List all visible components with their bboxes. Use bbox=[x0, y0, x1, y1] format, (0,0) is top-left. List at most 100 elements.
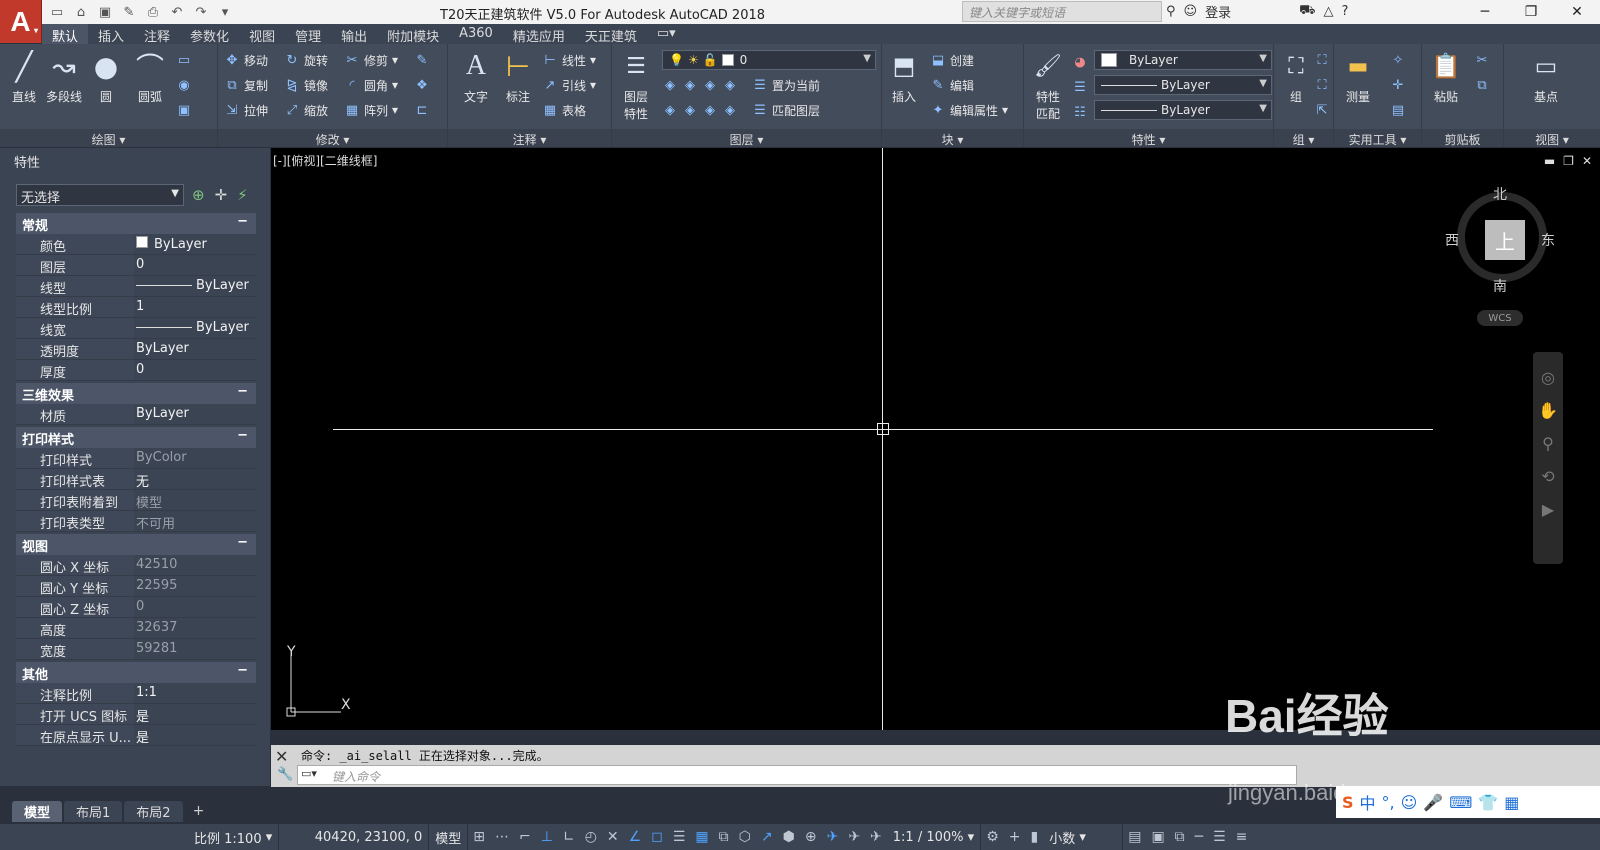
pan-icon[interactable]: ✋ bbox=[1538, 401, 1558, 420]
color-dropdown[interactable]: ByLayer ▼ bbox=[1094, 50, 1272, 70]
trim-button[interactable]: ✂ 修剪 ▾ bbox=[344, 50, 399, 70]
viewcube-top-face[interactable]: 上 bbox=[1485, 220, 1525, 260]
select-objects-icon[interactable]: ✛ bbox=[215, 186, 228, 204]
point-button[interactable]: ✛ bbox=[1390, 75, 1406, 95]
property-row[interactable]: 颜色 ByLayer bbox=[16, 234, 256, 255]
quick-select-icon[interactable]: ⚡ bbox=[237, 186, 248, 204]
ime-punctuation-icon[interactable]: °, bbox=[1382, 793, 1395, 812]
layer-properties-button[interactable]: ☰ 图层 特性 bbox=[614, 48, 658, 122]
tab-annotate[interactable]: 注释 bbox=[134, 24, 180, 45]
help-icon[interactable]: ? bbox=[1341, 4, 1348, 19]
layer-dropdown[interactable]: 💡 ☀ 🔓 0 ▼ bbox=[662, 50, 876, 70]
quick-select-button[interactable]: ✧ bbox=[1390, 50, 1406, 70]
property-row[interactable]: 宽度 59281 bbox=[16, 639, 256, 660]
property-value[interactable]: 1 bbox=[134, 297, 256, 317]
property-row[interactable]: 打印表附着到 模型 bbox=[16, 490, 256, 511]
rectangle-button[interactable]: ▭ bbox=[176, 50, 192, 70]
minimize-viewport-icon[interactable]: ▬ bbox=[1544, 154, 1555, 168]
ime-menu-icon[interactable]: ▦ bbox=[1504, 793, 1519, 812]
ime-skin-icon[interactable]: 👕 bbox=[1478, 793, 1498, 812]
selection-dropdown[interactable]: 无选择 ▼ bbox=[16, 184, 184, 206]
leader-button[interactable]: ↗ 引线 ▾ bbox=[542, 75, 597, 95]
property-section-header[interactable]: 常规 − bbox=[16, 213, 256, 234]
property-row[interactable]: 线型比例 1 bbox=[16, 297, 256, 318]
annotation-scale-icon[interactable]: ✈ bbox=[865, 829, 887, 845]
tab-insert[interactable]: 插入 bbox=[88, 24, 134, 45]
property-value[interactable]: 是 bbox=[134, 725, 256, 746]
orbit-icon[interactable]: ⟲ bbox=[1541, 467, 1554, 486]
wrench-icon[interactable]: 🔧 bbox=[277, 767, 293, 782]
command-prompt-icon[interactable]: ▭▾ bbox=[301, 767, 317, 780]
collapse-icon[interactable]: − bbox=[237, 384, 248, 399]
restore-button[interactable]: ❐ bbox=[1508, 0, 1554, 24]
text-button[interactable]: A 文字 bbox=[454, 48, 498, 105]
customization-icon[interactable]: ≡ bbox=[1231, 829, 1253, 845]
insert-block-button[interactable]: ⬒ 插入 bbox=[882, 48, 926, 105]
collapse-icon[interactable]: − bbox=[237, 663, 248, 678]
tab-view[interactable]: 视图 bbox=[239, 24, 285, 45]
copy-button[interactable]: ⧉ 复制 bbox=[224, 75, 268, 95]
coordinates-readout[interactable]: 40420, 23100, 0 bbox=[279, 824, 430, 850]
binoculars-icon[interactable]: ⚲ bbox=[1166, 4, 1176, 19]
print-icon[interactable]: ⎙ bbox=[142, 2, 164, 22]
property-row[interactable]: 线型 ByLayer bbox=[16, 276, 256, 297]
drawing-canvas[interactable]: [-][俯视][二维线框] ▬ ❐ ✕ Y X 上 北 南 西 东 WCS ◎ … bbox=[271, 148, 1600, 730]
property-section-header[interactable]: 打印样式 − bbox=[16, 427, 256, 448]
arc-button[interactable]: ⌒ 圆弧 bbox=[128, 48, 172, 105]
lineweight-dropdown[interactable]: ByLayer ▼ bbox=[1094, 100, 1272, 120]
user-icon[interactable]: ☺ bbox=[1184, 4, 1198, 19]
block-panel-title[interactable]: 块 ▾ bbox=[882, 129, 1023, 147]
property-value[interactable]: ByLayer bbox=[134, 404, 256, 424]
set-current-button[interactable]: ☰ 置为当前 bbox=[752, 75, 820, 95]
tab-layout1[interactable]: 布局1 bbox=[64, 800, 123, 822]
draw-panel-title[interactable]: 绘图 ▾ bbox=[0, 129, 217, 147]
save-as-icon[interactable]: ✎ bbox=[118, 2, 140, 22]
tab-model[interactable]: 模型 bbox=[12, 800, 63, 822]
object-snap-tracking-icon[interactable]: ∠ bbox=[624, 829, 647, 845]
polar-icon[interactable]: ◴ bbox=[580, 829, 602, 845]
dynamic-input-icon[interactable]: ⊥ bbox=[536, 829, 558, 845]
fillet-button[interactable]: ◜ 圆角 ▾ bbox=[344, 75, 398, 95]
object-snap-icon[interactable]: ◻ bbox=[646, 829, 668, 845]
group-edit-button[interactable]: ⛶ bbox=[1314, 75, 1330, 95]
groups-panel-title[interactable]: 组 ▾ bbox=[1274, 129, 1333, 147]
wcs-menu[interactable]: WCS bbox=[1477, 310, 1523, 326]
property-value[interactable]: 1:1 bbox=[134, 683, 256, 703]
linetype-dropdown[interactable]: ByLayer ▼ bbox=[1094, 75, 1272, 95]
property-value[interactable]: 0 bbox=[134, 255, 256, 275]
group-select-button[interactable]: ⇱ bbox=[1314, 100, 1330, 120]
ime-voice-icon[interactable]: 🎤 bbox=[1423, 793, 1443, 812]
properties-panel-title[interactable]: 特性 ▾ bbox=[1024, 129, 1273, 147]
3d-osnap-icon[interactable]: ⬡ bbox=[734, 829, 756, 845]
dimension-button[interactable]: ⊢ 标注 bbox=[496, 48, 540, 105]
isolate-objects-icon[interactable]: ⧉ bbox=[1170, 829, 1190, 845]
copy-clip-button[interactable]: ⧉ bbox=[1474, 75, 1490, 95]
application-menu-button[interactable]: A ▾ bbox=[0, 0, 42, 43]
move-button[interactable]: ✥ 移动 bbox=[224, 50, 268, 70]
units-icon[interactable]: ▮ bbox=[1025, 829, 1043, 845]
edit-block-button[interactable]: ✎ 编辑 bbox=[930, 75, 974, 95]
help-search-input[interactable]: 键入关键字或短语 bbox=[962, 1, 1162, 22]
tab-a360[interactable]: A360 bbox=[449, 24, 503, 44]
qat-more-icon[interactable]: ▾ bbox=[214, 2, 236, 22]
linear-dim-button[interactable]: ⊢ 线性 ▾ bbox=[542, 50, 596, 70]
ime-emoji-icon[interactable]: ☺ bbox=[1401, 793, 1418, 812]
property-row[interactable]: 打印表类型 不可用 bbox=[16, 511, 256, 532]
offset-button[interactable]: ⊏ bbox=[414, 100, 430, 120]
calculator-button[interactable]: ▤ bbox=[1390, 100, 1406, 120]
explode-button[interactable]: ❖ bbox=[414, 75, 430, 95]
property-row[interactable]: 圆心 Y 坐标 22595 bbox=[16, 576, 256, 597]
clipboard-panel-title[interactable]: 剪贴板 bbox=[1422, 129, 1503, 147]
paste-button[interactable]: 📋 粘贴 bbox=[1424, 48, 1468, 105]
steering-wheel-icon[interactable]: ◎ bbox=[1541, 368, 1555, 387]
property-value[interactable]: ByLayer bbox=[134, 276, 256, 296]
circle-button[interactable]: ● 圆 bbox=[84, 48, 128, 105]
tab-featured-apps[interactable]: 精选应用 bbox=[503, 24, 575, 45]
property-section-header[interactable]: 其他 − bbox=[16, 662, 256, 683]
collapse-icon[interactable]: − bbox=[237, 214, 248, 229]
group-button[interactable]: ⛶ 组 bbox=[1274, 48, 1318, 105]
match-layer-button[interactable]: ☰ 匹配图层 bbox=[752, 100, 820, 120]
add-layout-icon[interactable]: + bbox=[185, 803, 213, 819]
workspace-gear-icon[interactable]: ⚙ bbox=[981, 829, 1004, 845]
ime-chinese-icon[interactable]: 中 bbox=[1360, 790, 1376, 814]
